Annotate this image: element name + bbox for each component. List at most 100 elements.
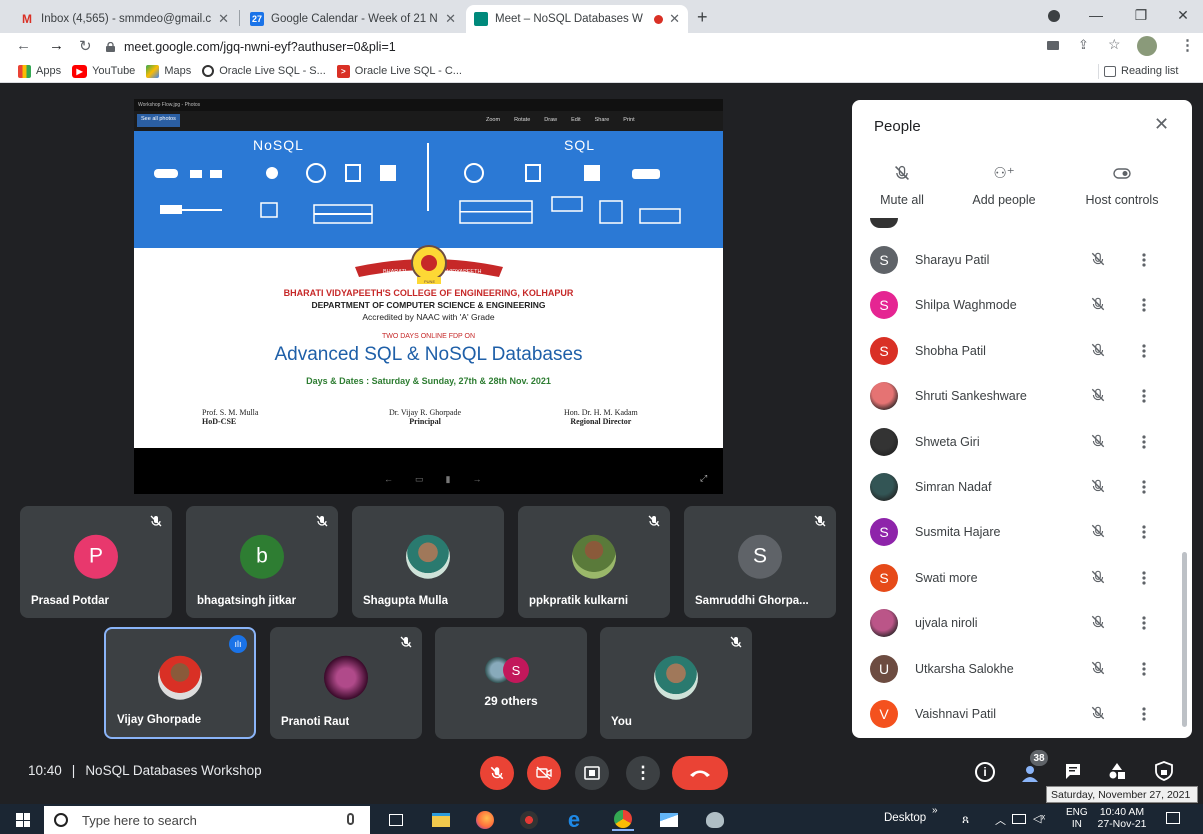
firefox-icon[interactable] (474, 809, 496, 831)
participant-row[interactable]: S Sharayu Patil (852, 238, 1192, 283)
toggle-mic-button[interactable] (480, 756, 514, 790)
participant-tile[interactable]: S Samruddhi Ghorpa... (684, 506, 836, 618)
participant-tile[interactable]: P Prasad Potdar (20, 506, 172, 618)
paint-icon[interactable] (704, 809, 726, 831)
close-tab-icon[interactable]: ✕ (445, 11, 456, 27)
close-window-button[interactable]: ✕ (1160, 0, 1203, 30)
forward-icon[interactable]: → (49, 37, 64, 54)
participant-row[interactable]: S Susmita Hajare (852, 510, 1192, 555)
new-tab-button[interactable]: + (697, 7, 708, 28)
toggle-camera-button[interactable] (527, 756, 561, 790)
chrome-icon[interactable] (612, 809, 634, 831)
language-indicator[interactable]: ENG IN (1066, 807, 1088, 831)
mic-off-icon[interactable] (1090, 342, 1106, 358)
activities-icon[interactable] (1108, 762, 1126, 780)
url-field[interactable]: meet.google.com/jgq-nwni-eyf?authuser=0&… (106, 35, 986, 58)
more-options-icon[interactable] (1142, 615, 1146, 631)
more-options-icon[interactable] (1142, 661, 1146, 677)
participant-tile[interactable]: ppkpratik kulkarni (518, 506, 670, 618)
participant-row[interactable]: S Shobha Patil (852, 329, 1192, 374)
menu-kebab-icon[interactable]: ⋮ (1180, 36, 1195, 54)
present-screen-button[interactable] (575, 756, 609, 790)
add-people-button[interactable]: ⚇⁺ Add people (954, 164, 1054, 207)
participant-tile[interactable]: b bhagatsingh jitkar (186, 506, 338, 618)
meeting-info-icon[interactable]: i (975, 762, 995, 782)
mic-off-icon[interactable] (1090, 705, 1106, 721)
bookmark-youtube[interactable]: ▶ YouTube (72, 64, 135, 78)
mic-off-icon[interactable] (1090, 387, 1106, 403)
mic-off-icon[interactable] (1090, 251, 1106, 267)
taskbar-clock[interactable]: 10:40 AM 27-Nov-21 (1094, 806, 1150, 830)
file-explorer-icon[interactable] (430, 809, 452, 831)
camera-in-use-icon[interactable] (1047, 41, 1059, 50)
others-tile[interactable]: S 29 others (435, 627, 587, 739)
microphone-icon[interactable] (347, 813, 354, 825)
bookmark-oracle-live-sql-1[interactable]: Oracle Live SQL - S... (202, 65, 326, 77)
tab-gmail[interactable]: M Inbox (4,565) - smmdeo@gmail.c ✕ (12, 5, 237, 33)
photos-icon[interactable] (658, 809, 680, 831)
mute-all-button[interactable]: Mute all (852, 164, 952, 207)
reading-list-button[interactable]: Reading list (1104, 65, 1178, 77)
mic-off-icon[interactable] (1090, 478, 1106, 494)
more-options-icon[interactable] (1142, 252, 1146, 268)
desktop-toolbar-label[interactable]: Desktop (884, 812, 926, 824)
more-options-icon[interactable] (1142, 388, 1146, 404)
volume-muted-icon[interactable]: ◁ˣ (1033, 812, 1045, 825)
more-options-icon[interactable] (1142, 524, 1146, 540)
more-options-icon[interactable] (1142, 434, 1146, 450)
participant-row[interactable]: Simran Nadaf (852, 465, 1192, 510)
windows-start-icon[interactable] (16, 813, 30, 827)
more-options-button[interactable]: ⋮ (626, 756, 660, 790)
toolbar-expand-icon[interactable]: » (932, 805, 938, 816)
taskbar-search-box[interactable]: Type here to search (44, 806, 370, 834)
participant-row[interactable]: Shweta Giri (852, 420, 1192, 465)
more-options-icon[interactable] (1142, 479, 1146, 495)
task-view-icon[interactable] (385, 809, 407, 831)
more-options-icon[interactable] (1142, 297, 1146, 313)
participant-tile-speaking[interactable]: ılı Vijay Ghorpade (104, 627, 256, 739)
mic-off-icon[interactable] (1090, 569, 1106, 585)
tray-chevron-icon[interactable]: ︿ (995, 812, 1006, 828)
host-lock-icon[interactable] (1154, 761, 1174, 781)
profile-menu-icon[interactable] (1048, 10, 1060, 22)
participant-tile[interactable]: Pranoti Raut (270, 627, 422, 739)
mic-off-icon[interactable] (1090, 296, 1106, 312)
tab-meet[interactable]: Meet – NoSQL Databases W ✕ (466, 5, 688, 33)
participant-row[interactable]: S Shilpa Waghmode (852, 283, 1192, 328)
bookmark-star-icon[interactable]: ☆ (1108, 36, 1121, 53)
mic-off-icon[interactable] (1090, 433, 1106, 449)
media-app-icon[interactable] (518, 809, 540, 831)
close-tab-icon[interactable]: ✕ (669, 11, 680, 27)
reload-icon[interactable]: ↻ (79, 37, 92, 55)
participant-row[interactable]: Shruti Sankeshware (852, 374, 1192, 419)
participant-row[interactable]: U Utkarsha Salokhe (852, 647, 1192, 692)
share-icon[interactable]: ⇪ (1078, 37, 1089, 53)
chat-icon[interactable] (1064, 762, 1082, 780)
participant-row[interactable]: ujvala niroli (852, 601, 1192, 646)
mic-off-icon[interactable] (1090, 660, 1106, 676)
participant-tile[interactable]: Shagupta Mulla (352, 506, 504, 618)
mic-off-icon[interactable] (1090, 523, 1106, 539)
back-icon[interactable]: ← (16, 37, 31, 54)
host-controls-button[interactable]: Host controls (1072, 164, 1172, 207)
restore-button[interactable]: ❐ (1118, 0, 1164, 30)
self-tile[interactable]: You (600, 627, 752, 739)
profile-avatar[interactable] (1137, 36, 1157, 56)
participant-row[interactable]: S Swati more (852, 556, 1192, 601)
tab-calendar[interactable]: 27 Google Calendar - Week of 21 N ✕ (242, 5, 464, 33)
mic-off-icon[interactable] (1090, 614, 1106, 630)
minimize-button[interactable]: — (1073, 0, 1119, 30)
close-panel-icon[interactable]: ✕ (1154, 114, 1169, 135)
people-tray-icon[interactable]: ጸ (962, 812, 969, 827)
more-options-icon[interactable] (1142, 706, 1146, 722)
participant-row[interactable]: V Vaishnavi Patil (852, 692, 1192, 737)
scrollbar[interactable] (1182, 552, 1187, 727)
edge-icon[interactable]: e (563, 807, 585, 832)
people-icon[interactable] (1018, 764, 1042, 782)
notifications-icon[interactable] (1166, 812, 1180, 824)
network-icon[interactable] (1012, 814, 1026, 824)
leave-call-button[interactable] (672, 756, 728, 790)
more-options-icon[interactable] (1142, 343, 1146, 359)
more-options-icon[interactable] (1142, 570, 1146, 586)
bookmark-oracle-live-sql-2[interactable]: > Oracle Live SQL - C... (336, 64, 462, 78)
